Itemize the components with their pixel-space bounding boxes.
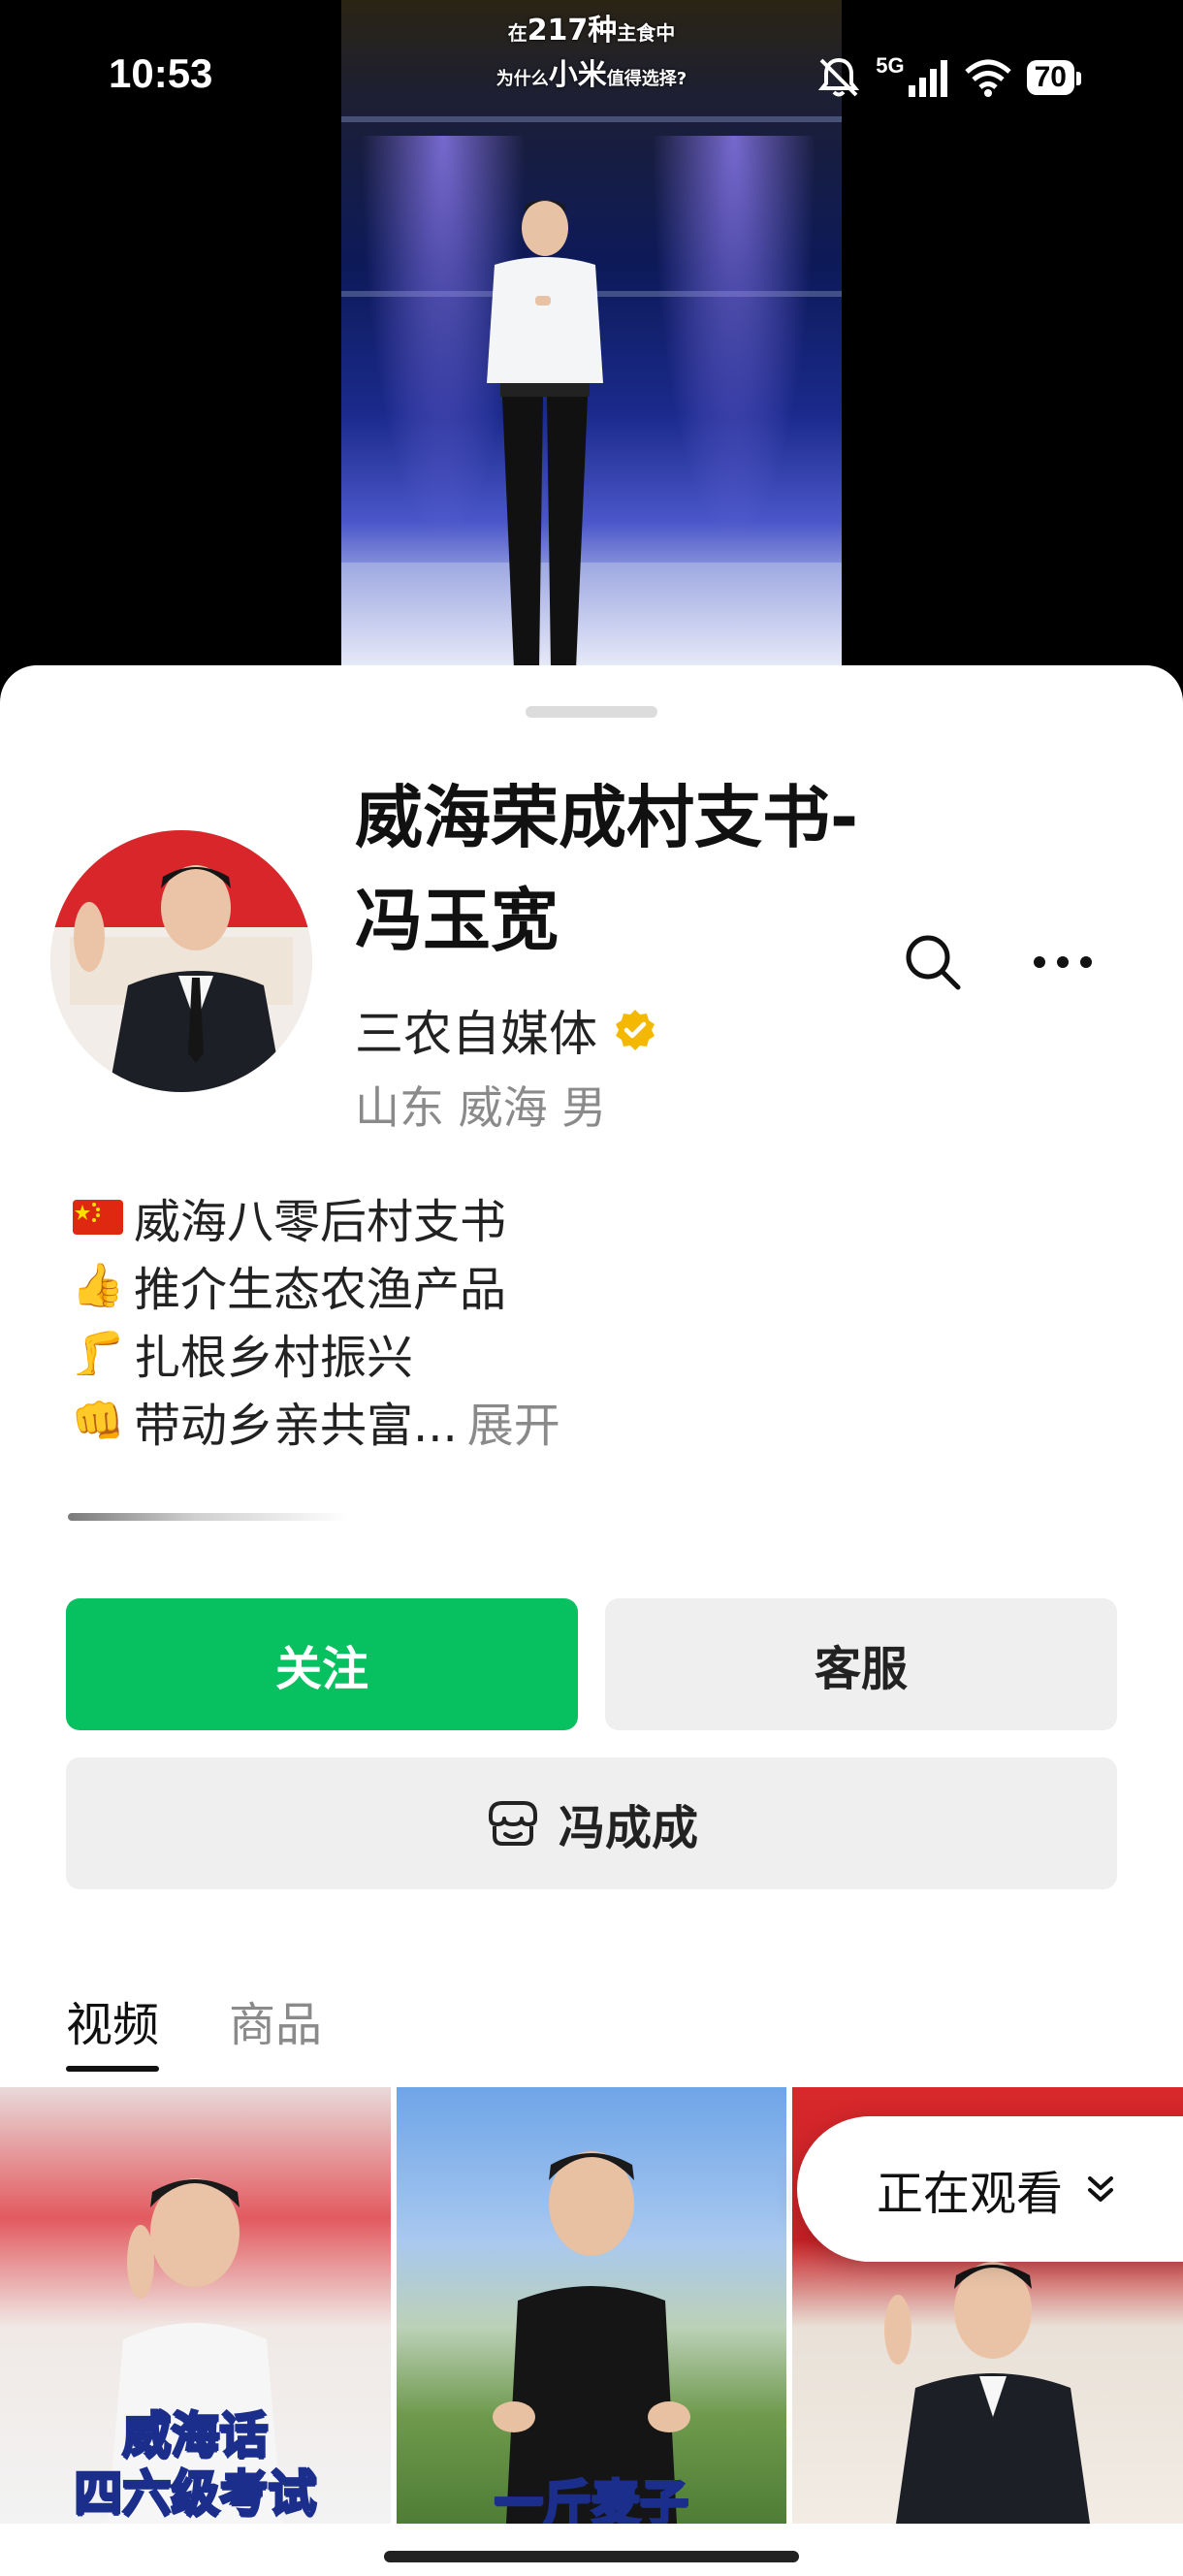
- store-button[interactable]: 冯成成: [66, 1757, 1117, 1889]
- thumbs-up-icon: 👍: [71, 1261, 125, 1310]
- thumbnail-person: [493, 2151, 690, 2524]
- profile-location: 山东 威海 男: [355, 1081, 607, 1134]
- status-icons: 5G 70: [815, 53, 1082, 101]
- store-label: 冯成成: [558, 1801, 698, 1855]
- video-thumbnail[interactable]: 一斤麦子: [396, 2087, 787, 2525]
- search-button[interactable]: [894, 923, 972, 1001]
- bio-line: 🦵 扎根乡村振兴: [68, 1319, 1115, 1387]
- video-player[interactable]: 在217种主食中 为什么小米值得选择? 10:53 5G 70: [0, 0, 1183, 679]
- fist-icon: 👊: [71, 1397, 125, 1446]
- bio-text: 扎根乡村振兴: [134, 1331, 414, 1385]
- thumbnail-person: [883, 2262, 1090, 2524]
- wifi-icon: [964, 59, 1011, 97]
- follow-button[interactable]: 关注: [66, 1598, 578, 1730]
- status-time: 10:53: [109, 50, 213, 96]
- video-caption-line1: 在217种主食中: [507, 14, 676, 48]
- video-thumbnail[interactable]: 威海话 四六级考试: [0, 2087, 391, 2524]
- thumbnail-caption: 威海话: [121, 2406, 270, 2465]
- bio-text: 威海八零后村支书: [134, 1195, 507, 1249]
- leg-icon: 🦵: [71, 1329, 125, 1378]
- now-watching-label: 正在观看: [877, 2167, 1064, 2221]
- profile-sheet: 威海荣成村支书-冯玉宽 三农自媒体 山东 威海 男 威海八零后村支书 👍 推介生…: [0, 665, 1183, 2576]
- video-frame[interactable]: 在217种主食中 为什么小米值得选择?: [341, 0, 842, 669]
- more-dots-icon: [1034, 956, 1092, 968]
- thumbnail-caption: 四六级考试: [73, 2464, 318, 2524]
- video-caption-line2: 为什么小米值得选择?: [496, 58, 687, 92]
- signal-icon: [908, 60, 947, 97]
- customer-service-button[interactable]: 客服: [605, 1598, 1117, 1730]
- presenter-figure: [487, 200, 603, 669]
- now-watching-pill[interactable]: 正在观看: [797, 2116, 1183, 2262]
- expand-link[interactable]: 展开: [467, 1387, 560, 1455]
- content-tabs: 视频 商品: [66, 1986, 322, 2072]
- bio-fade-bar: [68, 1513, 349, 1521]
- bio-text: 推介生态农渔产品: [134, 1263, 507, 1317]
- battery-indicator: 70: [1026, 60, 1082, 95]
- bio-line: 威海八零后村支书: [68, 1183, 1115, 1251]
- tab-videos[interactable]: 视频: [66, 1986, 160, 2072]
- china-flag-icon: [68, 1200, 128, 1235]
- verified-badge-icon: [616, 1010, 655, 1050]
- store-icon: [488, 1801, 537, 1846]
- more-button[interactable]: [1024, 923, 1102, 1001]
- drag-handle[interactable]: [526, 706, 657, 718]
- tab-products[interactable]: 商品: [229, 1986, 322, 2072]
- bio-line: 👊 带动乡亲共富... 展开: [68, 1387, 1115, 1455]
- home-indicator[interactable]: [384, 2551, 799, 2562]
- bio-line: 👍 推介生态农渔产品: [68, 1251, 1115, 1319]
- chevron-double-down-icon: [1088, 2176, 1114, 2202]
- profile-category: 三农自媒体: [355, 1006, 597, 1062]
- thumbnail-caption: 一斤麦子: [494, 2474, 690, 2525]
- network-type: 5G: [876, 53, 905, 78]
- category-row: 三农自媒体: [355, 995, 657, 1065]
- search-icon: [906, 935, 961, 990]
- mute-bell-icon: [818, 57, 860, 97]
- bio-text: 带动乡亲共富...: [134, 1399, 458, 1453]
- profile-name: 威海荣成村支书-冯玉宽: [355, 778, 859, 960]
- profile-bio: 威海八零后村支书 👍 推介生态农渔产品 🦵 扎根乡村振兴 👊 带动乡亲共富...…: [68, 1183, 1115, 1455]
- avatar[interactable]: [50, 830, 312, 1092]
